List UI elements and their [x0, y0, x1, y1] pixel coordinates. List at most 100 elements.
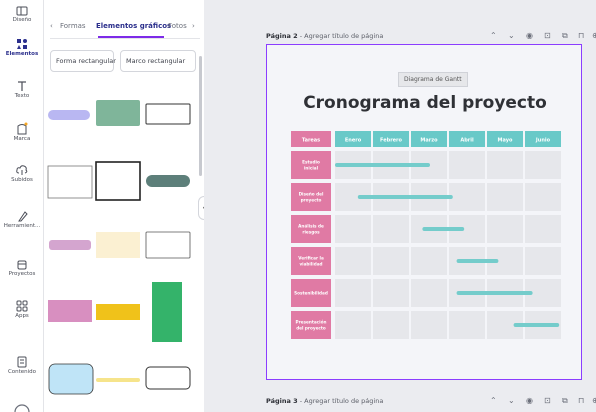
gantt-grid-cell[interactable]: [373, 247, 409, 275]
add-page-icon[interactable]: ⊕: [592, 396, 596, 405]
delete-icon[interactable]: ⊓: [578, 31, 584, 40]
gantt-bar[interactable]: [357, 195, 453, 199]
chevron-down-icon[interactable]: ⌄: [508, 31, 515, 40]
element-thumb-yellow-line[interactable]: [96, 378, 140, 382]
element-thumb-pink-brush[interactable]: [49, 240, 91, 250]
gantt-month-label: Enero: [345, 138, 362, 144]
sidebar-item-marca[interactable]: Marca: [0, 122, 44, 143]
gantt-grid-cell[interactable]: [449, 311, 485, 339]
draw-icon: [18, 211, 28, 222]
tab-scroll-right[interactable]: ›: [192, 22, 195, 30]
panel-scrollbar[interactable]: [199, 56, 202, 176]
gantt-grid-cell[interactable]: [525, 151, 561, 179]
tab-fotos[interactable]: Fotos: [168, 22, 187, 30]
folder-icon: [17, 260, 27, 270]
element-thumb-lavender-bar[interactable]: [48, 110, 90, 120]
page-actions: ⌃ ⌄ ◉ ⊡ ⧉ ⊓ ⊕: [476, 30, 596, 44]
sidebar-item-herramientas[interactable]: Herramient...: [0, 210, 44, 230]
duplicate-icon[interactable]: ⧉: [562, 396, 568, 406]
duplicate-icon[interactable]: ⧉: [562, 31, 568, 41]
gantt-bar[interactable]: [422, 227, 465, 231]
gantt-grid-cell[interactable]: [449, 183, 485, 211]
gantt-grid-cell[interactable]: [335, 311, 371, 339]
tab-scroll-left[interactable]: ‹: [50, 22, 53, 30]
delete-icon[interactable]: ⊓: [578, 396, 584, 405]
tab-formas[interactable]: Formas: [60, 22, 86, 30]
gantt-grid-cell[interactable]: [411, 279, 447, 307]
sidebar-item-proyectos[interactable]: Proyectos: [0, 258, 44, 278]
app-window: Diseño Elementos Texto Marca Subidos Her…: [0, 0, 596, 412]
sidebar-item-texto[interactable]: Texto: [0, 80, 44, 100]
gantt-month-label: Abril: [460, 138, 474, 144]
element-thumb-bold-frame[interactable]: [95, 161, 141, 201]
sidebar-rail: Diseño Elementos Texto Marca Subidos Her…: [0, 0, 44, 412]
gantt-grid-cell[interactable]: [525, 247, 561, 275]
gantt-month-label: Junio: [535, 138, 551, 144]
avatar[interactable]: [14, 402, 30, 412]
gantt-grid-cell[interactable]: [373, 215, 409, 243]
lock-icon[interactable]: ⊡: [544, 31, 551, 40]
element-thumb-pink-texture[interactable]: [48, 300, 92, 322]
hide-icon[interactable]: ◉: [526, 396, 533, 405]
element-thumb-green-tall[interactable]: [152, 282, 182, 342]
gantt-bar[interactable]: [456, 291, 533, 295]
gantt-task-label: Diseño del proyecto: [299, 192, 324, 203]
sidebar-item-label: Contenido: [7, 369, 37, 375]
gantt-bar[interactable]: [456, 259, 499, 263]
page-title-input[interactable]: Agregar título de página: [304, 397, 383, 405]
add-page-icon[interactable]: ⊕: [592, 31, 596, 40]
element-thumb-outline-rect-2[interactable]: [145, 231, 191, 259]
gantt-task-label: Sostenibilidad: [294, 291, 328, 296]
design-page[interactable]: Diagrama de Gantt Cronograma del proyect…: [266, 44, 582, 380]
gantt-grid-cell[interactable]: [411, 311, 447, 339]
sidebar-item-diseno[interactable]: Diseño: [0, 6, 44, 24]
sidebar-item-contenido[interactable]: Contenido: [0, 356, 44, 376]
page-actions: ⌃ ⌄ ◉ ⊡ ⧉ ⊓ ⊕: [476, 395, 596, 409]
chevron-up-icon[interactable]: ⌃: [490, 31, 497, 40]
element-thumb-yellow-bar[interactable]: [96, 304, 140, 320]
sidebar-item-subidos[interactable]: Subidos: [0, 164, 44, 184]
sidebar-item-label: Apps: [15, 313, 29, 319]
element-thumb-teal-pill[interactable]: [146, 175, 190, 187]
page-title-input[interactable]: Agregar título de página: [304, 32, 383, 40]
layout-icon: [16, 6, 28, 16]
gantt-grid-cell[interactable]: [487, 151, 523, 179]
gantt-grid-cell[interactable]: [525, 183, 561, 211]
gantt-grid-cell[interactable]: [335, 215, 371, 243]
gantt-grid-cell[interactable]: [449, 151, 485, 179]
gantt-grid-cell[interactable]: [525, 215, 561, 243]
element-thumb-thin-frame[interactable]: [47, 165, 93, 199]
apps-icon: [16, 300, 28, 312]
element-thumb-cream-rect[interactable]: [96, 232, 140, 258]
gantt-grid-cell[interactable]: [373, 311, 409, 339]
gantt-grid-cell[interactable]: [487, 215, 523, 243]
sidebar-item-apps[interactable]: Apps: [0, 300, 44, 320]
elements-panel: ‹ Formas Elementos gráficos Fotos › Form…: [44, 0, 204, 412]
hide-icon[interactable]: ◉: [526, 31, 533, 40]
sidebar-item-label: Elementos: [5, 51, 39, 57]
sidebar-item-label: Subidos: [11, 177, 33, 183]
gantt-grid-cell[interactable]: [335, 279, 371, 307]
chip-forma-rectangular[interactable]: Forma rectangular: [50, 50, 116, 72]
element-thumb-outline-rect[interactable]: [145, 103, 191, 125]
gantt-chart: Tareas Enero Febrero Marzo Abril Mayo Junio Est…: [291, 131, 561, 339]
gantt-grid-cell[interactable]: [335, 247, 371, 275]
gantt-bar[interactable]: [335, 163, 430, 167]
chevron-down-icon[interactable]: ⌄: [508, 396, 515, 405]
gantt-grid-cell[interactable]: [373, 279, 409, 307]
tab-elementos-graficos[interactable]: Elementos gráficos: [96, 22, 171, 30]
chevron-up-icon[interactable]: ⌃: [490, 396, 497, 405]
element-thumb-outline-rounded[interactable]: [145, 366, 191, 390]
chip-marco-rectangular[interactable]: Marco rectangular: [120, 50, 196, 72]
gantt-grid-cell[interactable]: [487, 183, 523, 211]
gantt-bar[interactable]: [513, 323, 560, 327]
gantt-grid-cell[interactable]: [411, 247, 447, 275]
elements-grid: [47, 100, 191, 395]
element-thumb-blue-rounded[interactable]: [48, 363, 94, 395]
element-thumb-green-rect[interactable]: [96, 100, 140, 126]
sidebar-item-elementos[interactable]: Elementos: [0, 38, 44, 58]
lock-icon[interactable]: ⊡: [544, 396, 551, 405]
gantt-month-label: Mayo: [498, 138, 513, 144]
gantt-task-label: Estudio inicial: [302, 160, 320, 171]
gantt-month-label: Febrero: [380, 138, 403, 144]
